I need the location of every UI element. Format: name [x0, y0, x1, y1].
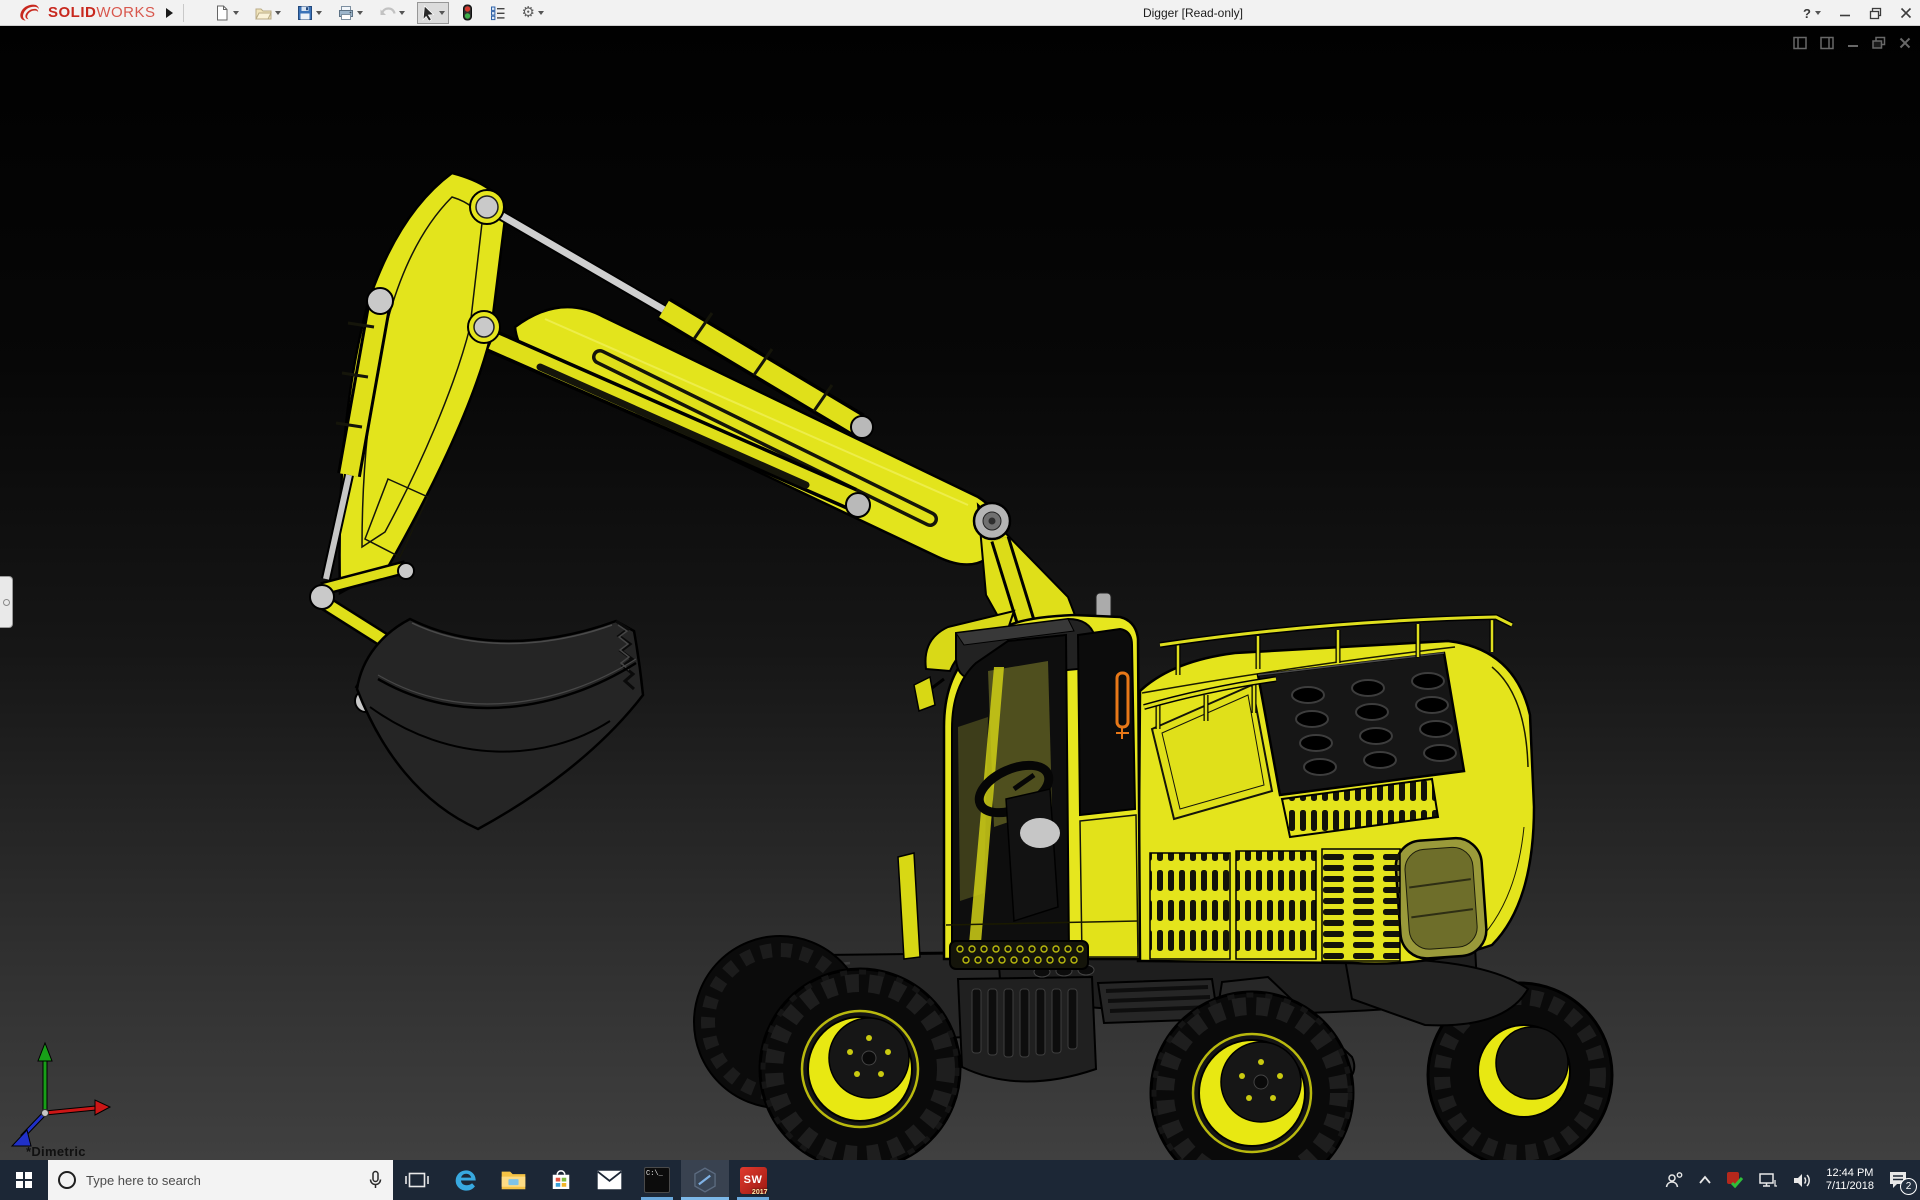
screen: SOLIDWORKS ⚙ Digger [Read-only] ? *Dimet… — [0, 0, 1920, 1200]
file-explorer-icon — [501, 1171, 525, 1190]
excavator-model[interactable] — [0, 27, 1920, 1160]
pane-left-icon[interactable] — [1792, 35, 1808, 51]
taskbar-search[interactable] — [48, 1160, 393, 1200]
taskbar-app-solidworks-2017[interactable]: SW 2017 — [729, 1160, 777, 1200]
panel-flyout-tab[interactable] — [0, 576, 13, 628]
mail-icon — [596, 1170, 622, 1190]
orientation-triad — [10, 1041, 112, 1147]
restore-button[interactable] — [1869, 7, 1882, 20]
task-view-button[interactable] — [393, 1160, 441, 1200]
minimize-icon[interactable] — [1846, 36, 1860, 50]
titlebar: SOLIDWORKS ⚙ Digger [Read-only] ? — [0, 0, 1920, 26]
save-button[interactable] — [293, 2, 326, 24]
seat — [1005, 788, 1059, 923]
cortana-icon — [58, 1171, 76, 1189]
document-window-controls — [1792, 35, 1912, 51]
help-caret[interactable] — [1815, 11, 1821, 15]
undo-icon — [380, 6, 396, 15]
options-button[interactable]: ⚙ — [518, 2, 548, 24]
dropdown-caret[interactable] — [438, 10, 445, 15]
taskbar-app-mail[interactable] — [585, 1160, 633, 1200]
close-button[interactable] — [1900, 7, 1912, 19]
undo-button[interactable] — [375, 2, 409, 24]
tray-chevron-icon[interactable] — [1698, 1175, 1712, 1185]
select-cursor-icon — [422, 4, 434, 21]
ds-swoosh-icon — [20, 4, 39, 21]
new-document-icon — [216, 5, 228, 20]
quick-toolbar: ⚙ — [210, 1, 548, 24]
edge-icon — [455, 1169, 476, 1191]
side-grille — [1235, 850, 1317, 960]
dropdown-caret[interactable] — [315, 10, 322, 15]
taskbar-app-command-prompt[interactable]: C:\_ — [633, 1160, 681, 1200]
microphone-icon[interactable] — [368, 1170, 383, 1190]
task-view-icon — [405, 1172, 429, 1188]
print-button[interactable] — [334, 2, 367, 24]
help-button[interactable]: ? — [1803, 6, 1821, 21]
engine-grille — [1256, 651, 1466, 839]
upper-body[interactable] — [1136, 613, 1536, 965]
open-icon — [254, 8, 272, 19]
select-tool-button[interactable] — [416, 1, 449, 24]
command-prompt-icon: C:\_ — [644, 1167, 670, 1193]
save-icon — [297, 5, 312, 20]
window-title: Digger [Read-only] — [1142, 6, 1244, 20]
search-input[interactable] — [86, 1172, 358, 1188]
restore-icon[interactable] — [1871, 35, 1887, 51]
new-document-button[interactable] — [210, 2, 243, 24]
dropdown-caret[interactable] — [356, 10, 363, 15]
view-orientation-label: *Dimetric — [26, 1144, 86, 1159]
store-icon — [552, 1170, 570, 1189]
people-icon[interactable] — [1664, 1171, 1684, 1189]
start-button[interactable] — [0, 1160, 48, 1200]
perforated-step — [949, 940, 1089, 970]
rear-window — [1394, 836, 1488, 960]
windows-logo-icon — [16, 1172, 32, 1188]
hexagon-app-icon — [694, 1167, 716, 1193]
taskbar-clock[interactable]: 12:44 PM 7/11/2018 — [1826, 1167, 1874, 1193]
side-grille — [1149, 852, 1231, 960]
minimize-button[interactable] — [1839, 7, 1851, 19]
action-center-button[interactable]: 2 — [1888, 1170, 1917, 1195]
brand-text: SOLIDWORKS — [48, 4, 156, 21]
rebuild-stoplight-icon — [462, 4, 472, 21]
taskbar-app-edge[interactable] — [441, 1160, 489, 1200]
dropdown-caret[interactable] — [274, 10, 281, 15]
pane-right-icon[interactable] — [1819, 35, 1835, 51]
options-gear-icon: ⚙ — [521, 3, 535, 21]
open-button[interactable] — [251, 2, 285, 24]
taskbar-app-hexagon[interactable] — [681, 1160, 729, 1200]
flyout-dot-icon — [2, 598, 10, 606]
dropdown-caret[interactable] — [232, 10, 239, 15]
taskbar-app-store[interactable] — [537, 1160, 585, 1200]
side-grille — [1321, 848, 1401, 962]
toolbar-separator — [182, 3, 184, 22]
system-tray: 12:44 PM 7/11/2018 2 — [1664, 1160, 1920, 1200]
print-icon — [338, 5, 353, 20]
close-icon[interactable] — [1898, 36, 1912, 50]
solidworks-2017-icon: SW 2017 — [739, 1166, 768, 1196]
rebuild-button[interactable] — [457, 1, 478, 24]
cab[interactable] — [897, 609, 1142, 961]
clock-time: 12:44 PM — [1826, 1167, 1874, 1179]
network-icon[interactable] — [1758, 1172, 1778, 1189]
graphics-viewport[interactable]: *Dimetric — [0, 27, 1920, 1160]
clock-date: 7/11/2018 — [1825, 1180, 1874, 1192]
solidworks-logo: SOLIDWORKS — [16, 3, 156, 23]
dropdown-caret[interactable] — [537, 10, 544, 15]
solidworks-monitor-icon[interactable] — [1726, 1171, 1744, 1189]
window-controls: ? — [1803, 0, 1912, 26]
undercarriage-slats — [971, 988, 1078, 1058]
mirror — [913, 675, 936, 713]
volume-icon[interactable] — [1792, 1172, 1812, 1189]
menu-flyout-arrow[interactable] — [165, 7, 173, 18]
file-properties-icon — [490, 6, 505, 20]
taskbar-app-file-explorer[interactable] — [489, 1160, 537, 1200]
taskbar: C:\_ SW 2017 — [0, 1160, 1920, 1200]
front-left-wheel[interactable] — [758, 967, 962, 1160]
dropdown-caret[interactable] — [398, 10, 405, 15]
file-properties-button[interactable] — [486, 2, 510, 24]
notification-badge: 2 — [1900, 1178, 1917, 1195]
